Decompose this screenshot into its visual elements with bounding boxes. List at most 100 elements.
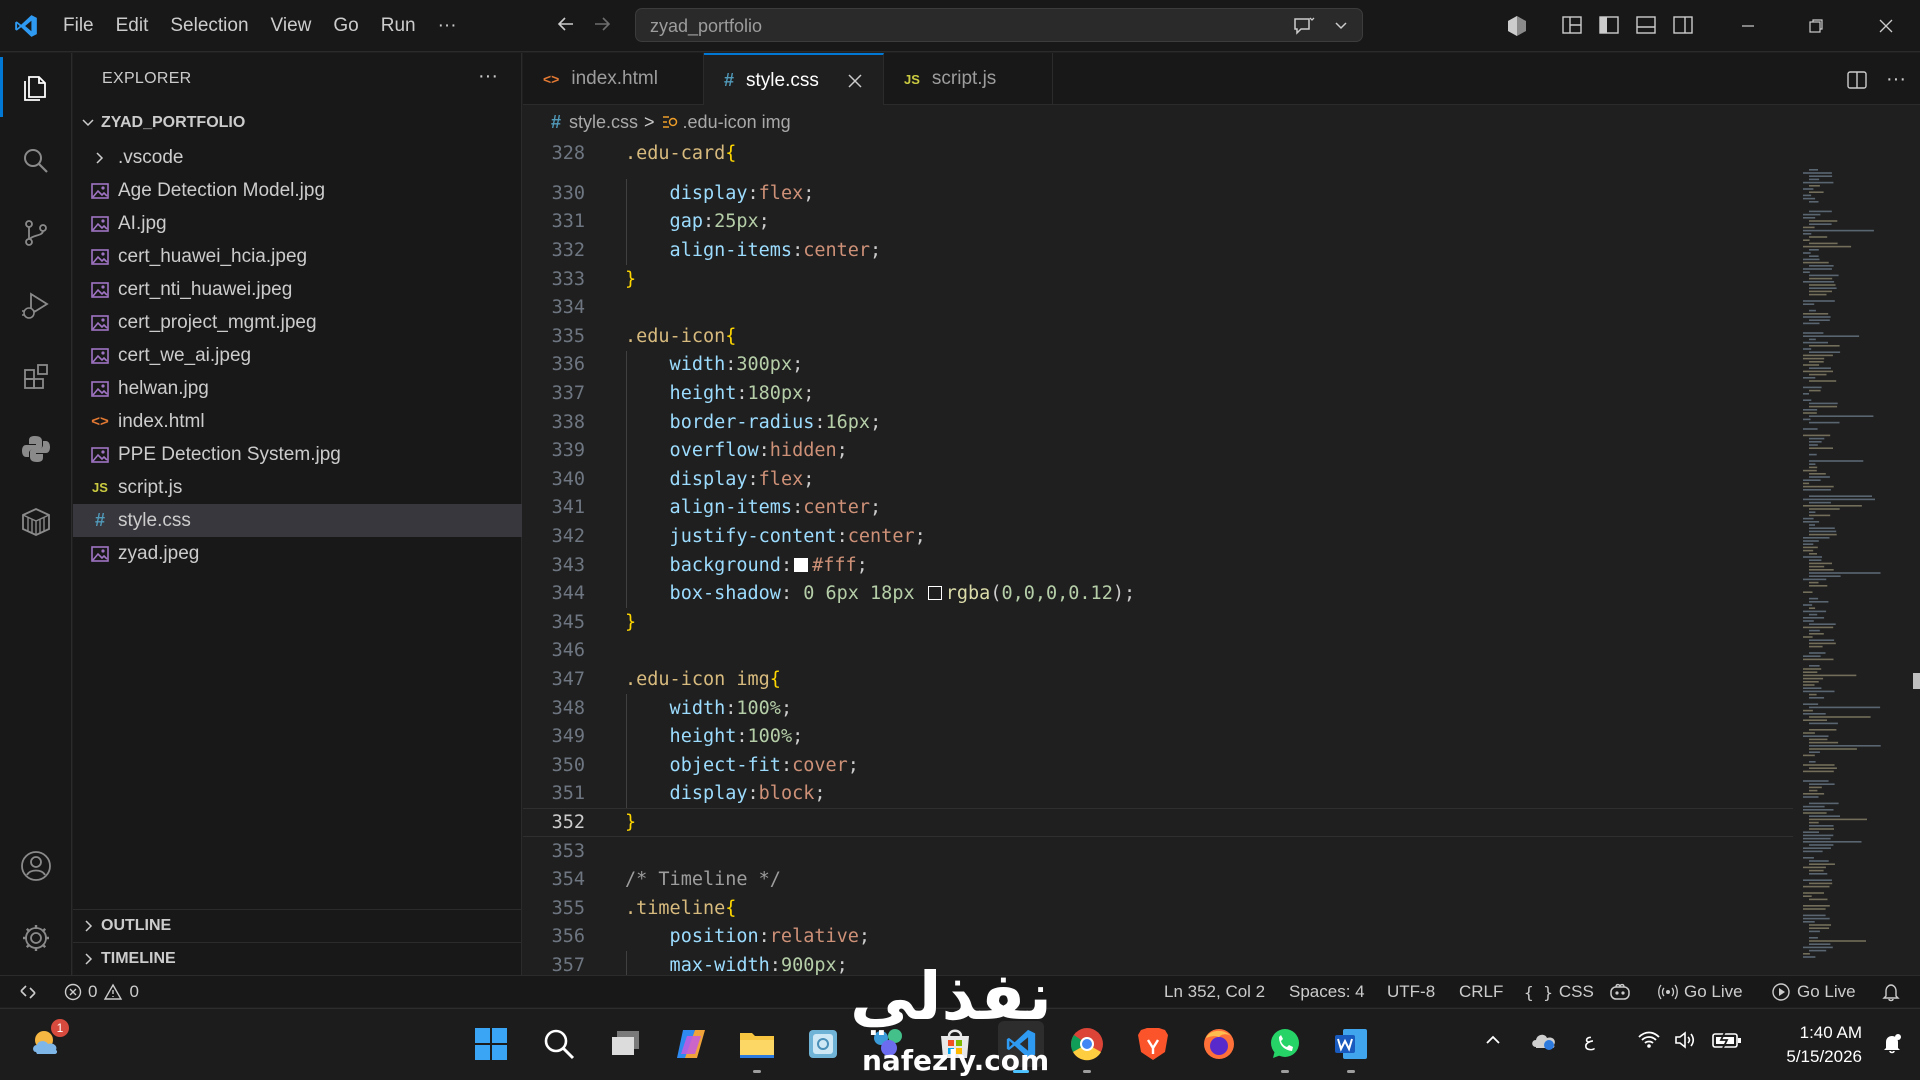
- tree-file[interactable]: cert_huawei_hcia.jpeg: [73, 240, 522, 273]
- code-line[interactable]: 341 align-items:center;: [523, 494, 1793, 523]
- extensions-icon[interactable]: [0, 347, 72, 407]
- code-line[interactable]: 347 .edu-icon img{: [523, 665, 1793, 694]
- forward-arrow-icon[interactable]: [591, 13, 613, 35]
- cursor-position[interactable]: Ln 352, Col 2: [1164, 976, 1265, 1008]
- tab-index-html[interactable]: <> index.html: [523, 53, 704, 105]
- menu-selection[interactable]: Selection: [159, 0, 259, 52]
- tree-file[interactable]: # style.css: [73, 504, 522, 537]
- tree-file[interactable]: cert_project_mgmt.jpeg: [73, 306, 522, 339]
- copilot-status-icon[interactable]: [1608, 976, 1632, 1008]
- volume-icon[interactable]: [1673, 1030, 1697, 1050]
- code-line[interactable]: 355 .timeline{: [523, 894, 1793, 923]
- code-line[interactable]: 330 display:flex;: [523, 179, 1793, 208]
- code-line[interactable]: 339 overflow:hidden;: [523, 436, 1793, 465]
- chevron-down-icon[interactable]: [1334, 19, 1348, 33]
- minimize-button[interactable]: [1714, 0, 1782, 52]
- tree-folder[interactable]: .vscode: [73, 141, 522, 174]
- line-ending[interactable]: CRLF: [1459, 976, 1503, 1008]
- tab-script-js[interactable]: JS script.js: [884, 53, 1053, 105]
- code-line[interactable]: 344 box-shadow: 0 6px 18px rgba(0,0,0,0.…: [523, 579, 1793, 608]
- brave-icon[interactable]: [1130, 1021, 1176, 1067]
- workspace-folder[interactable]: ZYAD_PORTFOLIO: [73, 108, 522, 138]
- source-control-icon[interactable]: [0, 203, 72, 263]
- tree-file[interactable]: JS script.js: [73, 471, 522, 504]
- color-swatch[interactable]: [794, 557, 809, 572]
- notification-center-icon[interactable]: [1880, 1031, 1904, 1055]
- back-arrow-icon[interactable]: [555, 13, 577, 35]
- whatsapp-icon[interactable]: [1262, 1021, 1308, 1073]
- search-input[interactable]: zyad_portfolio: [650, 16, 762, 37]
- language-mode[interactable]: { } CSS: [1524, 976, 1594, 1008]
- code-editor[interactable]: 328 .edu-card{330 display:flex; 331 gap:25…: [523, 139, 1793, 975]
- tree-file[interactable]: cert_nti_huawei.jpeg: [73, 273, 522, 306]
- go-live-button-2[interactable]: Go Live: [1771, 976, 1856, 1008]
- close-window-button[interactable]: [1852, 0, 1920, 52]
- breadcrumb-symbol[interactable]: .edu-icon img: [683, 112, 791, 133]
- problems-indicator[interactable]: 0 0: [64, 976, 139, 1008]
- battery-charging-icon[interactable]: [1711, 1030, 1743, 1050]
- code-line[interactable]: 352}: [523, 808, 1793, 837]
- tree-file[interactable]: zyad.jpeg: [73, 537, 522, 570]
- menu-more[interactable]: ···: [427, 0, 468, 52]
- tree-file[interactable]: AI.jpg: [73, 207, 522, 240]
- copilot-app-icon[interactable]: [668, 1021, 714, 1067]
- notifications-bell-icon[interactable]: [1881, 976, 1901, 1008]
- word-icon[interactable]: [1328, 1021, 1374, 1073]
- people-app-icon[interactable]: [866, 1021, 912, 1067]
- onedrive-icon[interactable]: [1530, 1029, 1558, 1051]
- minimap[interactable]: [1793, 139, 1920, 975]
- command-center-search[interactable]: zyad_portfolio: [635, 8, 1363, 42]
- code-line[interactable]: 356 position:relative;: [523, 923, 1793, 952]
- tree-file[interactable]: cert_we_ai.jpeg: [73, 339, 522, 372]
- code-line[interactable]: 343 background: #fff;: [523, 551, 1793, 580]
- weather-widget-icon[interactable]: 1: [25, 1019, 71, 1065]
- code-line[interactable]: 353: [523, 837, 1793, 866]
- menu-go[interactable]: Go: [322, 0, 369, 52]
- code-line[interactable]: 357 max-width:900px;: [523, 951, 1793, 975]
- code-line[interactable]: 334: [523, 293, 1793, 322]
- explorer-more-button[interactable]: ···: [478, 65, 498, 88]
- vscode-taskbar-icon[interactable]: [998, 1021, 1044, 1073]
- code-line[interactable]: 342 justify-content:center;: [523, 522, 1793, 551]
- copilot-icon[interactable]: [1505, 14, 1529, 38]
- menu-view[interactable]: View: [260, 0, 323, 52]
- go-live-button-1[interactable]: Go Live: [1658, 976, 1743, 1008]
- code-line[interactable]: 331 gap:25px;: [523, 208, 1793, 237]
- firefox-icon[interactable]: [1196, 1021, 1242, 1067]
- tree-file[interactable]: helwan.jpg: [73, 372, 522, 405]
- tree-file[interactable]: <> index.html: [73, 405, 522, 438]
- python-icon[interactable]: [0, 419, 72, 479]
- file-explorer-icon[interactable]: [734, 1021, 780, 1073]
- timeline-section[interactable]: TIMELINE: [73, 942, 522, 975]
- start-button-icon[interactable]: [468, 1021, 514, 1067]
- code-line[interactable]: 346: [523, 637, 1793, 666]
- settings-gear-icon[interactable]: [0, 908, 72, 968]
- search-icon[interactable]: [0, 131, 72, 191]
- remote-indicator-icon[interactable]: [18, 976, 38, 1008]
- restore-button[interactable]: [1782, 0, 1850, 52]
- remote-explorer-icon[interactable]: [0, 491, 72, 551]
- menu-edit[interactable]: Edit: [105, 0, 160, 52]
- chat-icon[interactable]: [1292, 16, 1316, 36]
- tree-file[interactable]: PPE Detection System.jpg: [73, 438, 522, 471]
- explorer-files-icon[interactable]: [0, 57, 72, 117]
- breadcrumb-file[interactable]: style.css: [569, 112, 638, 133]
- close-icon[interactable]: [847, 73, 863, 89]
- color-swatch[interactable]: [927, 586, 942, 601]
- input-language-indicator[interactable]: ع: [1584, 1030, 1595, 1051]
- code-line[interactable]: 348 width:100%;: [523, 694, 1793, 723]
- show-hidden-icons-chevron-up-icon[interactable]: [1484, 1031, 1502, 1049]
- wifi-icon[interactable]: [1637, 1030, 1661, 1050]
- split-editor-icon[interactable]: [1846, 69, 1868, 91]
- code-line[interactable]: 345}: [523, 608, 1793, 637]
- tree-file[interactable]: Age Detection Model.jpg: [73, 174, 522, 207]
- code-line[interactable]: 337 height:180px;: [523, 379, 1793, 408]
- outline-section[interactable]: OUTLINE: [73, 909, 522, 942]
- taskbar-search-icon[interactable]: [536, 1021, 582, 1067]
- menu-run[interactable]: Run: [370, 0, 427, 52]
- microsoft-store-icon[interactable]: [932, 1021, 978, 1067]
- code-line[interactable]: 333}: [523, 265, 1793, 294]
- accounts-icon[interactable]: [0, 836, 72, 896]
- system-clock[interactable]: 1:40 AM 5/15/2026: [1786, 1021, 1862, 1069]
- code-line[interactable]: 335 .edu-icon{: [523, 322, 1793, 351]
